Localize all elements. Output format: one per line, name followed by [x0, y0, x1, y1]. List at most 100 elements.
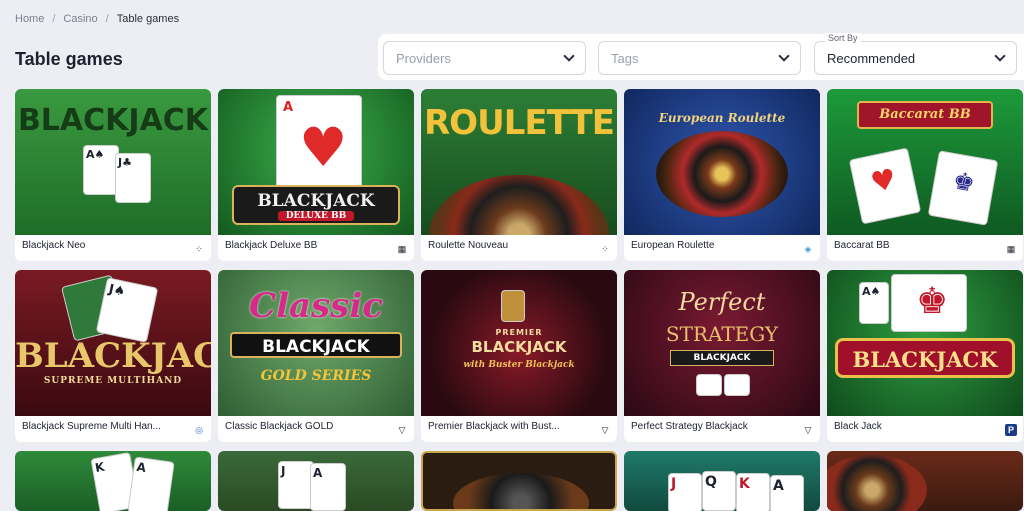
game-thumbnail[interactable]: European Roulette	[624, 89, 820, 235]
page-title: Table games	[15, 49, 123, 69]
game-thumbnail[interactable]: A♠ ♚ BLACKJACK	[827, 270, 1023, 416]
card-art	[696, 374, 722, 396]
triangle-icon: ▽	[601, 424, 609, 435]
thumb-subtitle: with Buster Blackjack	[463, 360, 575, 370]
sort-label: Sort By	[825, 33, 861, 43]
breadcrumb-separator: /	[52, 13, 56, 25]
chevron-down-icon	[994, 50, 1006, 62]
game-card[interactable]: A♠ ♚ BLACKJACK Black Jack P	[827, 270, 1023, 442]
game-thumbnail[interactable]: Classic BLACKJACK GOLD SERIES	[218, 270, 414, 416]
card-art: A♠	[859, 282, 889, 324]
thumb-title: PREMIER	[495, 328, 543, 337]
providers-select[interactable]: Providers	[383, 41, 586, 75]
game-card[interactable]: Baccarat BB ♥ ♚ Baccarat BB ▦	[827, 89, 1023, 261]
breadcrumb-current: Table games	[116, 13, 180, 25]
game-title: Blackjack Supreme Multi Han...	[22, 421, 161, 432]
game-thumbnail[interactable]: BLACKJACK A♠ J♣	[15, 89, 211, 235]
card-art: A	[770, 475, 804, 511]
card-art: ♚	[927, 150, 999, 226]
card-art: A ♥	[276, 95, 362, 195]
chevron-down-icon	[778, 50, 790, 62]
game-thumbnail[interactable]: Baccarat BB ♥ ♚	[827, 89, 1023, 235]
game-title: European Roulette	[631, 240, 715, 251]
game-title: Blackjack Deluxe BB	[225, 240, 318, 251]
ring-icon: ◎	[195, 424, 203, 435]
tags-placeholder: Tags	[611, 50, 639, 66]
thumb-title: European Roulette	[658, 111, 786, 125]
game-card[interactable]: J Q K A	[624, 451, 820, 511]
game-title: Baccarat BB	[834, 240, 890, 251]
breadcrumb: Home / Casino / Table games	[15, 13, 179, 25]
thumb-title: Baccarat BB	[879, 107, 971, 122]
card-art	[501, 290, 525, 322]
thumb-subtitle: BLACKJACK	[262, 337, 370, 357]
card-art: ♚	[891, 274, 967, 332]
thumb-subtitle: STRATEGY	[665, 322, 779, 346]
game-card[interactable]: A ♥ BLACKJACK DELUXE BB Blackjack Deluxe …	[218, 89, 414, 261]
card-art: J	[668, 473, 702, 511]
title-plate: BLACKJACK DELUXE BB	[232, 185, 400, 225]
thumb-subtitle: BLACKJACK	[693, 353, 751, 363]
game-card[interactable]: Classic BLACKJACK GOLD SERIES Classic Bl…	[218, 270, 414, 442]
game-card[interactable]: J♠ BLACKJACK SUPREME MULTIHAND Blackjack…	[15, 270, 211, 442]
triangle-icon: ▽	[804, 424, 812, 435]
game-title: Blackjack Neo	[22, 240, 86, 251]
thumb-title: Classic	[249, 286, 383, 326]
roulette-wheel	[453, 473, 589, 509]
grid-icon: ▦	[1006, 243, 1016, 254]
breadcrumb-separator: /	[105, 13, 109, 25]
roulette-wheel	[656, 131, 788, 217]
sort-value: Recommended	[827, 50, 916, 66]
game-card[interactable]: ROULETTE Roulette Nouveau ⁘	[421, 89, 617, 261]
tags-select[interactable]: Tags	[598, 41, 801, 75]
game-thumbnail[interactable]: J♠ BLACKJACK SUPREME MULTIHAND	[15, 270, 211, 416]
title-plate: Baccarat BB	[857, 101, 993, 129]
sort-select[interactable]: Sort By Recommended	[814, 33, 1017, 75]
thumb-subtitle: SUPREME MULTIHAND	[43, 376, 183, 386]
breadcrumb-casino-link[interactable]: Casino	[63, 13, 97, 25]
thumb-subtitle: GOLD SERIES	[260, 368, 372, 384]
title-plate: BLACKJACK	[670, 350, 774, 366]
title-plate: BLACKJACK	[835, 338, 1015, 378]
dice-icon: ⁘	[601, 243, 609, 254]
card-art: Q	[702, 471, 736, 511]
roulette-wheel	[827, 455, 927, 511]
card-art: J♠	[95, 277, 159, 343]
thumb-title: ROULETTE	[424, 103, 615, 143]
p-icon: P	[1005, 424, 1017, 436]
game-thumbnail[interactable]: Perfect STRATEGY BLACKJACK	[624, 270, 820, 416]
thumb-title: BLACKJACK	[17, 103, 209, 138]
game-card[interactable]: BLACKJACK A♠ J♣ Blackjack Neo ⁘	[15, 89, 211, 261]
card-art: ♥	[848, 147, 922, 225]
card-art	[724, 374, 750, 396]
game-title: Perfect Strategy Blackjack	[631, 421, 748, 432]
card-art: A	[127, 456, 175, 511]
thumb-title: BLACKJACK	[257, 191, 375, 211]
thumb-title: BLACKJACK	[15, 336, 211, 376]
providers-placeholder: Providers	[396, 50, 451, 66]
card-art: K	[736, 473, 770, 511]
thumb-subtitle: DELUXE BB	[278, 211, 354, 221]
game-card[interactable]: J A	[218, 451, 414, 511]
game-thumbnail[interactable]: PREMIER BLACKJACK with Buster Blackjack	[421, 270, 617, 416]
card-art: J	[278, 461, 314, 509]
game-card[interactable]: K A	[15, 451, 211, 511]
game-card[interactable]: PREMIER BLACKJACK with Buster Blackjack …	[421, 270, 617, 442]
game-title: Black Jack	[834, 421, 882, 432]
thumb-subtitle: BLACKJACK	[471, 338, 567, 356]
thumb-title: Perfect	[678, 288, 766, 316]
card-art: J♣	[115, 153, 151, 203]
game-thumbnail[interactable]: A ♥ BLACKJACK DELUXE BB	[218, 89, 414, 235]
game-card[interactable]: European Roulette European Roulette ◈	[624, 89, 820, 261]
card-art: A	[310, 463, 346, 511]
title-plate: BLACKJACK	[230, 332, 402, 358]
breadcrumb-home-link[interactable]: Home	[15, 13, 44, 25]
game-card[interactable]: Perfect STRATEGY BLACKJACK Perfect Strat…	[624, 270, 820, 442]
chevron-down-icon	[563, 50, 575, 62]
swirl-icon: ◈	[804, 243, 812, 254]
game-title: Roulette Nouveau	[428, 240, 509, 251]
game-card[interactable]	[827, 451, 1023, 511]
game-card[interactable]	[421, 451, 617, 511]
grid-icon: ▦	[397, 243, 407, 254]
game-thumbnail[interactable]: ROULETTE	[421, 89, 617, 235]
